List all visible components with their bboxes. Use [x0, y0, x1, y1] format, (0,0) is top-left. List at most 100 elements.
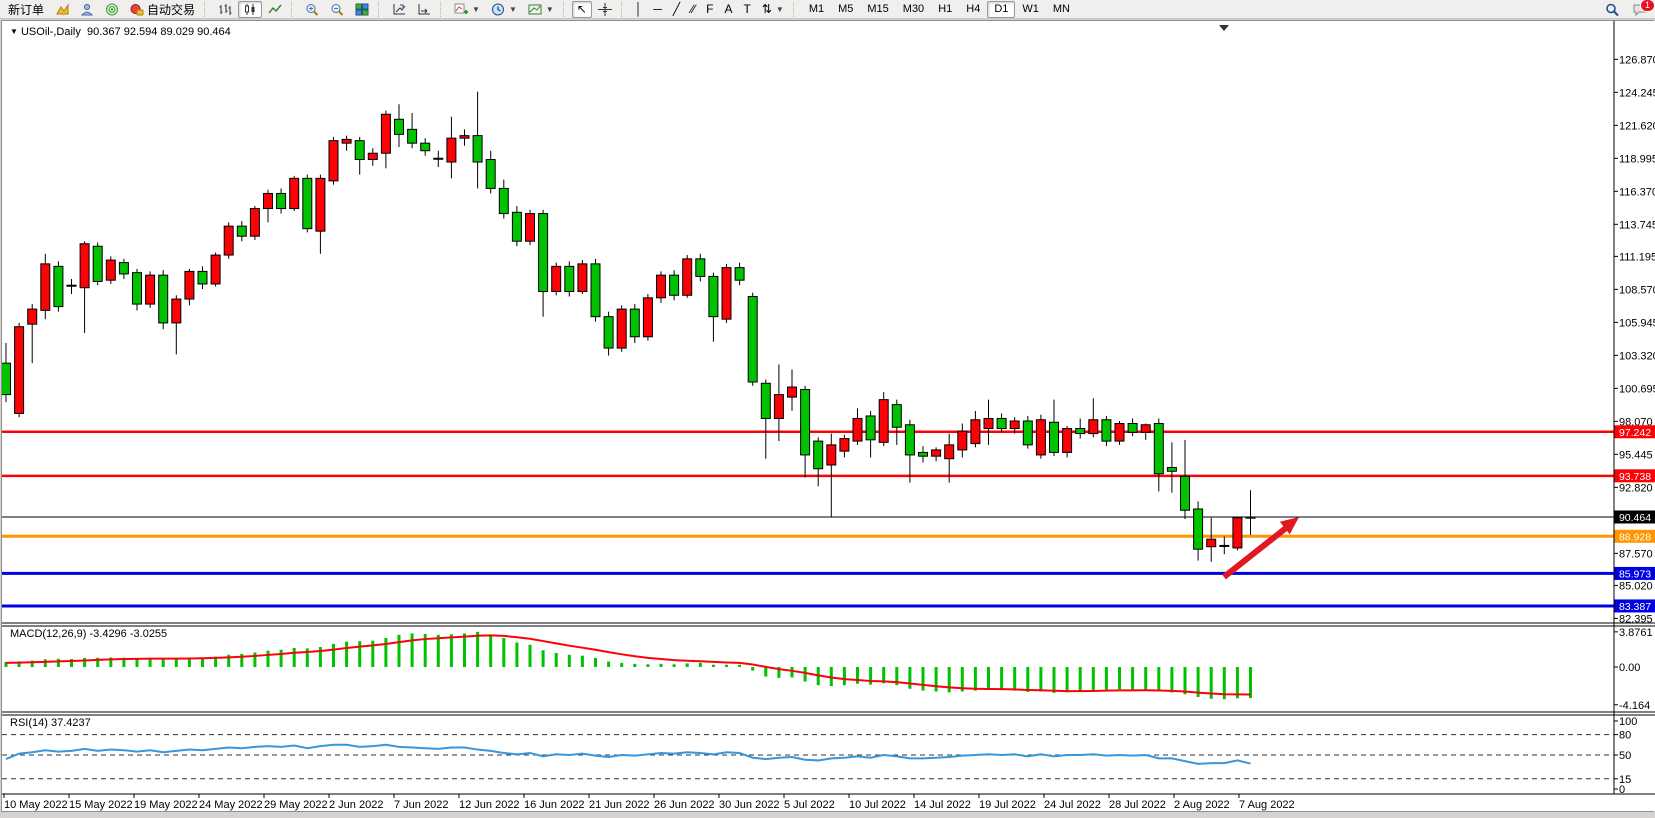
candlestick-chart-button[interactable]: [238, 1, 262, 18]
svg-text:108.570: 108.570: [1619, 284, 1655, 296]
svg-text:24 May 2022: 24 May 2022: [199, 799, 263, 811]
svg-text:83.387: 83.387: [1619, 601, 1651, 613]
auto-trading-button[interactable]: 自动交易: [125, 1, 200, 18]
horizontal-line-icon: ─: [653, 3, 662, 15]
signals-icon: [105, 3, 119, 16]
svg-text:10 May 2022: 10 May 2022: [4, 799, 68, 811]
templates-button[interactable]: ▼: [523, 1, 559, 18]
vertical-line-tool-button[interactable]: │: [630, 1, 648, 18]
svg-text:10 Jul 2022: 10 Jul 2022: [849, 799, 906, 811]
svg-text:85.020: 85.020: [1619, 580, 1653, 592]
trendline-icon: ╱: [673, 3, 680, 15]
toolbar-separator: [440, 2, 445, 17]
chat-button[interactable]: 1: [1628, 1, 1652, 18]
chart-shift-button[interactable]: [387, 1, 411, 18]
svg-text:16 Jun 2022: 16 Jun 2022: [524, 799, 585, 811]
svg-text:19 Jul 2022: 19 Jul 2022: [979, 799, 1036, 811]
svg-text:26 Jun 2022: 26 Jun 2022: [654, 799, 715, 811]
chart-window[interactable]: 126.870124.245121.620118.995116.370113.7…: [1, 20, 1654, 812]
toolbar-separator: [378, 2, 383, 17]
text-tool-button[interactable]: A: [719, 1, 737, 18]
indicators-button[interactable]: ▼: [449, 1, 485, 18]
timeframe-M30[interactable]: M30: [896, 1, 931, 18]
zoom-out-icon: [330, 3, 344, 16]
timeframe-M5[interactable]: M5: [831, 1, 860, 18]
svg-text:100.695: 100.695: [1619, 383, 1655, 395]
svg-text:3.8761: 3.8761: [1619, 627, 1653, 639]
svg-text:80: 80: [1619, 730, 1631, 742]
auto-trading-label: 自动交易: [147, 1, 195, 18]
timeframe-W1[interactable]: W1: [1015, 1, 1046, 18]
fibonacci-tool-button[interactable]: F: [701, 1, 718, 18]
svg-text:2 Aug 2022: 2 Aug 2022: [1174, 799, 1230, 811]
cursor-tool-button[interactable]: ↖: [572, 1, 592, 18]
timeframe-D1[interactable]: D1: [987, 1, 1015, 18]
svg-text:88.928: 88.928: [1619, 531, 1651, 543]
new-order-label: 新订单: [8, 1, 44, 18]
svg-text:15 May 2022: 15 May 2022: [69, 799, 133, 811]
arrows-icon: ⇅: [762, 3, 772, 15]
auto-scroll-icon: [417, 3, 431, 16]
line-chart-icon: [268, 3, 282, 16]
zoom-out-button[interactable]: [325, 1, 349, 18]
chart-shift-icon: [392, 3, 406, 16]
timeframe-M1[interactable]: M1: [802, 1, 831, 18]
auto-scroll-button[interactable]: [412, 1, 436, 18]
toolbar-separator: [621, 2, 626, 17]
market-watch-button[interactable]: [50, 1, 74, 18]
channel-tool-button[interactable]: ∕∕: [686, 1, 700, 18]
svg-text:21 Jun 2022: 21 Jun 2022: [589, 799, 650, 811]
svg-text:118.995: 118.995: [1619, 153, 1655, 165]
vertical-line-icon: │: [635, 3, 643, 15]
svg-text:90.464: 90.464: [1619, 512, 1651, 524]
cursor-icon: ↖: [577, 3, 587, 15]
zoom-in-button[interactable]: [300, 1, 324, 18]
crosshair-tool-button[interactable]: [593, 1, 617, 18]
tile-windows-button[interactable]: [350, 1, 374, 18]
timeframe-H4[interactable]: H4: [959, 1, 987, 18]
svg-text:12 Jun 2022: 12 Jun 2022: [459, 799, 520, 811]
text-label-tool-button[interactable]: T: [738, 1, 755, 18]
timeframe-M15[interactable]: M15: [860, 1, 895, 18]
svg-text:121.620: 121.620: [1619, 120, 1655, 132]
chevron-down-icon: ▼: [472, 5, 480, 14]
text-icon: A: [724, 3, 732, 15]
svg-text:7 Jun 2022: 7 Jun 2022: [394, 799, 448, 811]
line-chart-button[interactable]: [263, 1, 287, 18]
clock-icon: [491, 3, 505, 16]
svg-text:19 May 2022: 19 May 2022: [134, 799, 198, 811]
svg-text:7 Aug 2022: 7 Aug 2022: [1239, 799, 1295, 811]
svg-text:92.820: 92.820: [1619, 482, 1653, 494]
candlestick-chart-icon: [243, 3, 257, 16]
new-order-button[interactable]: 新订单: [3, 1, 49, 18]
horizontal-line-tool-button[interactable]: ─: [648, 1, 667, 18]
text-label-icon: T: [743, 3, 750, 15]
chevron-down-icon: ▼: [776, 5, 784, 14]
profile-button[interactable]: [75, 1, 99, 18]
svg-text:111.195: 111.195: [1619, 251, 1655, 263]
arrows-tool-button[interactable]: ⇅ ▼: [757, 1, 789, 18]
indicators-icon: [454, 3, 468, 16]
bar-chart-button[interactable]: [213, 1, 237, 18]
signals-button[interactable]: [100, 1, 124, 18]
svg-text:29 May 2022: 29 May 2022: [264, 799, 328, 811]
crosshair-icon: [598, 3, 612, 16]
price-chart[interactable]: 126.870124.245121.620118.995116.370113.7…: [2, 21, 1655, 811]
timeframe-MN[interactable]: MN: [1046, 1, 1077, 18]
svg-text:0.00: 0.00: [1619, 662, 1640, 674]
toolbar-separator: [291, 2, 296, 17]
periods-button[interactable]: ▼: [486, 1, 522, 18]
trendline-tool-button[interactable]: ╱: [668, 1, 685, 18]
timeframe-H1[interactable]: H1: [931, 1, 959, 18]
chevron-down-icon: ▼: [546, 5, 554, 14]
svg-text:14 Jul 2022: 14 Jul 2022: [914, 799, 971, 811]
svg-text:50: 50: [1619, 750, 1631, 762]
auto-trading-icon: [130, 3, 144, 16]
svg-text:2 Jun 2022: 2 Jun 2022: [329, 799, 383, 811]
search-button[interactable]: [1600, 1, 1624, 18]
svg-text:97.242: 97.242: [1619, 427, 1651, 439]
svg-text:116.370: 116.370: [1619, 186, 1655, 198]
svg-text:30 Jun 2022: 30 Jun 2022: [719, 799, 780, 811]
toolbar: 新订单 自动交易 ▼ ▼: [0, 0, 1655, 19]
svg-text:113.745: 113.745: [1619, 219, 1655, 231]
